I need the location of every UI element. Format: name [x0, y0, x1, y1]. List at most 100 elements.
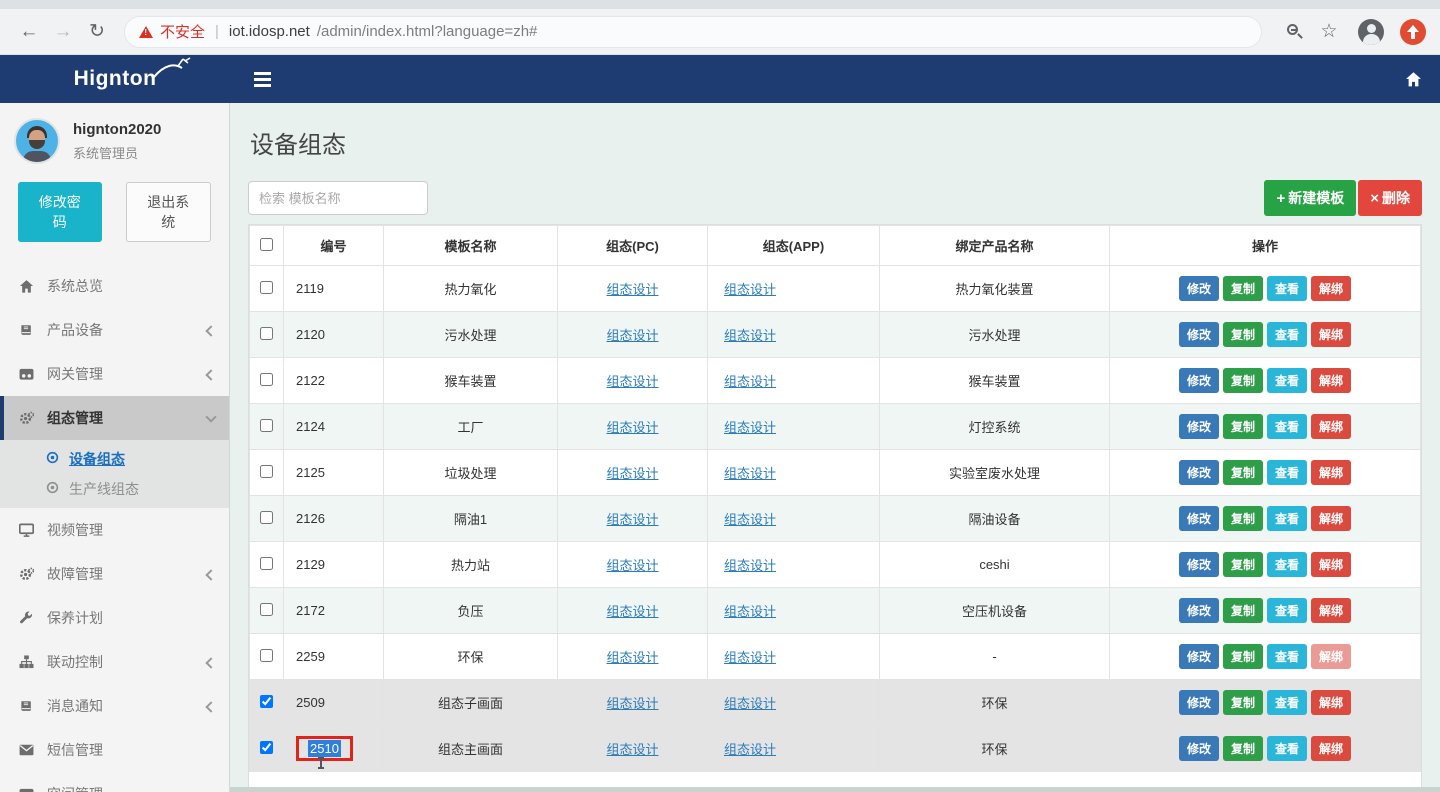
unbind-button[interactable]: 解绑 [1311, 598, 1351, 623]
pc-design-link[interactable]: 组态设计 [606, 558, 658, 573]
copy-button[interactable]: 复制 [1223, 598, 1263, 623]
row-checkbox[interactable] [260, 557, 273, 570]
sidebar-item-video-mgmt[interactable]: 视频管理 [0, 508, 229, 552]
app-design-link[interactable]: 组态设计 [724, 512, 776, 527]
unbind-button[interactable]: 解绑 [1311, 506, 1351, 531]
app-design-link[interactable]: 组态设计 [724, 420, 776, 435]
view-button[interactable]: 查看 [1267, 552, 1307, 577]
unbind-button[interactable]: 解绑 [1311, 552, 1351, 577]
unbind-button[interactable]: 解绑 [1311, 644, 1351, 669]
pc-design-link[interactable]: 组态设计 [606, 696, 658, 711]
row-id-cell[interactable]: 2510 [284, 726, 384, 772]
sidebar-item-device-config[interactable]: 设备组态 [0, 444, 229, 474]
view-button[interactable]: 查看 [1267, 368, 1307, 393]
row-checkbox[interactable] [260, 419, 273, 432]
edit-button[interactable]: 修改 [1179, 322, 1219, 347]
edit-button[interactable]: 修改 [1179, 598, 1219, 623]
app-design-link[interactable]: 组态设计 [724, 282, 776, 297]
home-icon[interactable] [1405, 71, 1422, 88]
app-design-link[interactable]: 组态设计 [724, 466, 776, 481]
unbind-button[interactable]: 解绑 [1311, 276, 1351, 301]
zoom-out-icon[interactable] [1280, 17, 1310, 47]
sidebar-item-system-overview[interactable]: 系统总览 [0, 264, 229, 308]
sidebar-item-sms-mgmt[interactable]: 短信管理 [0, 728, 229, 772]
browser-profile-icon[interactable] [1358, 19, 1384, 45]
edit-button[interactable]: 修改 [1179, 414, 1219, 439]
sidebar-item-gateway-mgmt[interactable]: 网关管理 [0, 352, 229, 396]
row-checkbox[interactable] [260, 465, 273, 478]
sidebar-toggle-icon[interactable] [248, 66, 277, 93]
edit-button[interactable]: 修改 [1179, 460, 1219, 485]
edit-button[interactable]: 修改 [1179, 736, 1219, 761]
browser-update-icon[interactable] [1400, 19, 1426, 45]
delete-button[interactable]: × 删除 [1358, 180, 1422, 216]
copy-button[interactable]: 复制 [1223, 460, 1263, 485]
change-password-button[interactable]: 修改密码 [18, 182, 102, 242]
row-id-cell[interactable]: 2172 [284, 588, 384, 634]
unbind-button[interactable]: 解绑 [1311, 460, 1351, 485]
search-input[interactable] [248, 181, 428, 215]
view-button[interactable]: 查看 [1267, 506, 1307, 531]
view-button[interactable]: 查看 [1267, 414, 1307, 439]
copy-button[interactable]: 复制 [1223, 276, 1263, 301]
app-design-link[interactable]: 组态设计 [724, 328, 776, 343]
row-checkbox[interactable] [260, 603, 273, 616]
copy-button[interactable]: 复制 [1223, 322, 1263, 347]
row-id-cell[interactable]: 2124 [284, 404, 384, 450]
row-checkbox[interactable] [260, 649, 273, 662]
app-design-link[interactable]: 组态设计 [724, 558, 776, 573]
create-template-button[interactable]: + 新建模板 [1264, 180, 1356, 216]
row-id-cell[interactable]: 2125 [284, 450, 384, 496]
pc-design-link[interactable]: 组态设计 [606, 466, 658, 481]
row-id-cell[interactable]: 2119 [284, 266, 384, 312]
sidebar-item-config-mgmt[interactable]: 组态管理 [0, 396, 229, 440]
pc-design-link[interactable]: 组态设计 [606, 374, 658, 389]
bookmark-star-icon[interactable]: ☆ [1314, 17, 1344, 47]
edit-button[interactable]: 修改 [1179, 276, 1219, 301]
edit-button[interactable]: 修改 [1179, 552, 1219, 577]
row-checkbox[interactable] [260, 327, 273, 340]
row-id-cell[interactable]: 2129 [284, 542, 384, 588]
copy-button[interactable]: 复制 [1223, 736, 1263, 761]
view-button[interactable]: 查看 [1267, 736, 1307, 761]
view-button[interactable]: 查看 [1267, 460, 1307, 485]
unbind-button[interactable]: 解绑 [1311, 690, 1351, 715]
view-button[interactable]: 查看 [1267, 598, 1307, 623]
app-design-link[interactable]: 组态设计 [724, 650, 776, 665]
row-id-selected-text[interactable]: 2510 [308, 740, 341, 757]
row-id-cell[interactable]: 2120 [284, 312, 384, 358]
pc-design-link[interactable]: 组态设计 [606, 282, 658, 297]
copy-button[interactable]: 复制 [1223, 368, 1263, 393]
app-design-link[interactable]: 组态设计 [724, 604, 776, 619]
copy-button[interactable]: 复制 [1223, 644, 1263, 669]
sidebar-item-product-device[interactable]: 产品设备 [0, 308, 229, 352]
view-button[interactable]: 查看 [1267, 690, 1307, 715]
sidebar-item-message-notify[interactable]: 消息通知 [0, 684, 229, 728]
back-icon[interactable]: ← [14, 17, 44, 47]
pc-design-link[interactable]: 组态设计 [606, 420, 658, 435]
sidebar-item-production-line-config[interactable]: 生产线组态 [0, 474, 229, 504]
copy-button[interactable]: 复制 [1223, 506, 1263, 531]
refresh-icon[interactable]: ↻ [82, 17, 112, 47]
row-id-cell[interactable]: 2126 [284, 496, 384, 542]
forward-icon[interactable]: → [48, 17, 78, 47]
edit-button[interactable]: 修改 [1179, 690, 1219, 715]
app-design-link[interactable]: 组态设计 [724, 696, 776, 711]
row-checkbox[interactable] [260, 373, 273, 386]
row-checkbox[interactable] [260, 511, 273, 524]
view-button[interactable]: 查看 [1267, 276, 1307, 301]
pc-design-link[interactable]: 组态设计 [606, 742, 658, 757]
address-bar[interactable]: 不安全 | iot.idosp.net/admin/index.html?lan… [124, 16, 1262, 48]
unbind-button[interactable]: 解绑 [1311, 414, 1351, 439]
app-design-link[interactable]: 组态设计 [724, 374, 776, 389]
logout-button[interactable]: 退出系统 [126, 182, 212, 242]
view-button[interactable]: 查看 [1267, 322, 1307, 347]
pc-design-link[interactable]: 组态设计 [606, 604, 658, 619]
row-id-cell[interactable]: 2259 [284, 634, 384, 680]
row-id-cell[interactable]: 2509 [284, 680, 384, 726]
edit-button[interactable]: 修改 [1179, 644, 1219, 669]
pc-design-link[interactable]: 组态设计 [606, 650, 658, 665]
app-design-link[interactable]: 组态设计 [724, 742, 776, 757]
edit-button[interactable]: 修改 [1179, 506, 1219, 531]
pc-design-link[interactable]: 组态设计 [606, 328, 658, 343]
